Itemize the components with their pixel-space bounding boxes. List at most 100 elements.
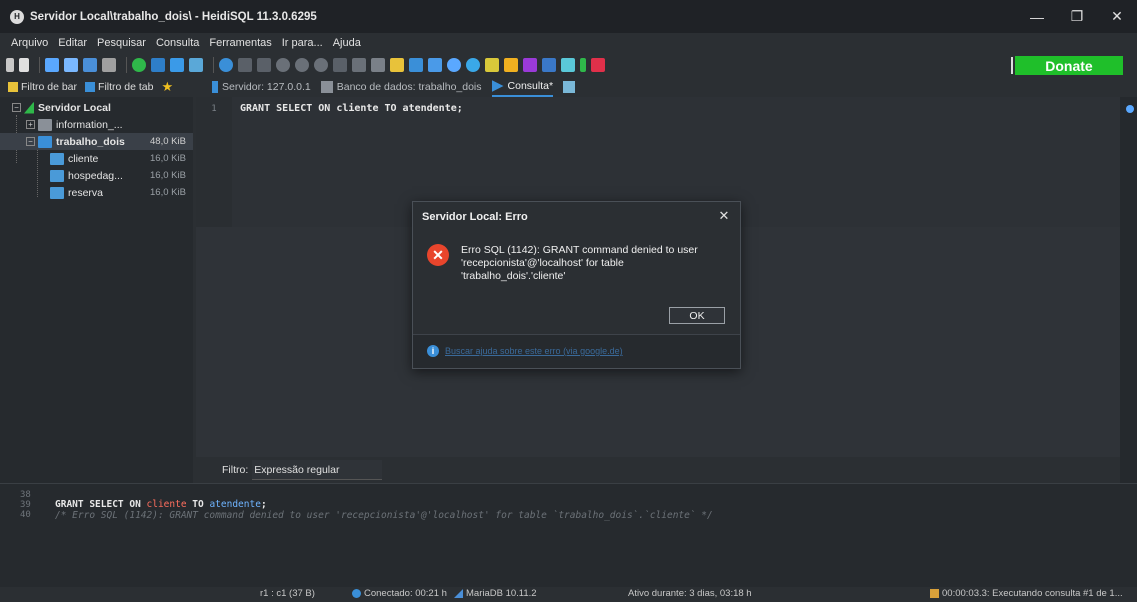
close-query-icon[interactable] [591, 58, 605, 72]
table-node-icon [50, 186, 64, 199]
cancel-icon[interactable] [333, 58, 347, 72]
main-toolbar [0, 53, 1137, 77]
collapse-icon[interactable]: − [12, 103, 21, 112]
filter-regex-input[interactable]: Expressão regular [252, 460, 383, 480]
folder-icon[interactable] [390, 58, 404, 72]
filter-tab-bar: Filtro de bar Filtro de tab ★ Servidor: … [0, 77, 1137, 97]
undo-icon[interactable] [83, 58, 97, 72]
apply-icon[interactable] [314, 58, 328, 72]
first-icon[interactable] [238, 58, 252, 72]
wrench-icon[interactable] [19, 58, 29, 72]
flag-icon[interactable] [580, 58, 586, 72]
heidisql-logo-icon: H [10, 9, 24, 24]
last-icon[interactable] [257, 58, 271, 72]
status-cursor-position: r1 : c1 (37 B) [260, 588, 315, 599]
database-icon [320, 81, 333, 93]
mariadb-icon [454, 589, 463, 598]
tree-node-hospedagem[interactable]: hospedag... 16,0 KiB [0, 167, 193, 184]
add-icon[interactable] [276, 58, 290, 72]
status-connected-text: Conectado: 00:21 h [364, 588, 447, 599]
execute-icon[interactable] [352, 58, 366, 72]
tools-icon[interactable] [485, 58, 499, 72]
tab-database[interactable]: Banco de dados: trabalho_dois [320, 81, 482, 93]
menu-ferramentas[interactable]: Ferramentas [204, 37, 276, 49]
clock-icon [352, 589, 361, 598]
new-query-tab-button[interactable] [563, 81, 579, 93]
menu-ir-para[interactable]: Ir para... [277, 37, 328, 49]
title-bar: H Servidor Local\trabalho_dois\ - HeidiS… [0, 0, 1137, 33]
dialog-body: ✕ Erro SQL (1142): GRANT command denied … [413, 232, 740, 298]
log-terminator: ; [260, 499, 267, 510]
toolbar-separator [39, 57, 40, 73]
tab-server[interactable]: Servidor: 127.0.0.1 [212, 81, 311, 93]
collapse-icon[interactable]: − [26, 137, 35, 146]
donate-separator [1011, 57, 1013, 74]
paste-icon[interactable] [64, 58, 78, 72]
donate-button[interactable]: Donate [1015, 56, 1123, 75]
tab-server-label: Servidor: 127.0.0.1 [222, 81, 311, 93]
copy-icon[interactable] [45, 58, 59, 72]
status-server-version: MariaDB 10.11.2 [454, 588, 537, 599]
flash-icon[interactable] [561, 58, 575, 72]
tab-query-label: Consulta* [507, 80, 554, 92]
edit-icon[interactable] [6, 58, 14, 72]
refresh-icon[interactable] [132, 58, 146, 72]
status-connection: Conectado: 00:21 h [352, 588, 447, 599]
log-query-line: GRANT SELECT ON cliente TO atendente; [55, 499, 267, 510]
menu-ajuda[interactable]: Ajuda [328, 37, 366, 49]
hourglass-icon [930, 589, 939, 598]
filter-bar-label: Filtro de bar [21, 81, 78, 93]
lines-icon[interactable] [542, 58, 556, 72]
tree-node-cliente[interactable]: cliente 16,0 KiB [0, 150, 193, 167]
help-icon[interactable] [219, 58, 233, 72]
pin-icon[interactable] [447, 58, 461, 72]
save-query-icon[interactable] [409, 58, 423, 72]
tree-node-servidor-local[interactable]: − Servidor Local [0, 99, 193, 116]
new-tab-icon [563, 81, 576, 93]
database-icon[interactable] [428, 58, 442, 72]
expand-icon[interactable]: + [26, 120, 35, 129]
grid-icon[interactable] [189, 58, 203, 72]
minimize-button[interactable]: — [1017, 0, 1057, 33]
tree-node-label: reserva [68, 186, 104, 199]
connect-icon[interactable] [151, 58, 165, 72]
filter-icon [85, 82, 96, 92]
menu-editar[interactable]: Editar [53, 37, 92, 49]
close-window-button[interactable]: ✕ [1097, 0, 1137, 33]
format-icon[interactable] [523, 58, 537, 72]
error-icon: ✕ [427, 244, 449, 266]
favorite-star-icon[interactable]: ★ [161, 79, 173, 95]
tree-node-reserva[interactable]: reserva 16,0 KiB [0, 184, 193, 201]
tab-query[interactable]: Consulta* [491, 77, 554, 97]
stop-icon[interactable] [371, 58, 385, 72]
menu-pesquisar[interactable]: Pesquisar [92, 37, 151, 49]
status-server-text: MariaDB 10.11.2 [466, 588, 537, 599]
play-icon [491, 80, 504, 92]
dialog-title: Servidor Local: Erro [422, 211, 528, 223]
tree-node-trabalho-dois[interactable]: − trabalho_dois 48,0 KiB [0, 133, 193, 150]
line-gutter [196, 97, 232, 227]
table-icon[interactable] [170, 58, 184, 72]
toolbar-separator [126, 57, 127, 73]
warning-icon[interactable] [504, 58, 518, 72]
query-code[interactable]: GRANT SELECT ON cliente TO atendente; [240, 103, 463, 114]
dialog-close-button[interactable]: ✕ [716, 208, 732, 224]
search-icon[interactable] [466, 58, 480, 72]
log-error-comment: /* Erro SQL (1142): GRANT command denied… [55, 510, 713, 521]
maximize-button[interactable]: ❐ [1057, 0, 1097, 33]
filter-bar-button[interactable]: Filtro de bar [8, 81, 77, 93]
helper-panel-rail [1120, 97, 1137, 483]
tree-node-label: information_... [56, 118, 123, 131]
help-link[interactable]: Buscar ajuda sobre este erro (via google… [445, 346, 623, 356]
tree-node-label: cliente [68, 152, 99, 165]
filter-label: Filtro: [222, 464, 249, 476]
remove-icon[interactable] [295, 58, 309, 72]
tree-node-information-schema[interactable]: + information_... [0, 116, 193, 133]
menu-arquivo[interactable]: Arquivo [6, 37, 53, 49]
tree-node-size: 16,0 KiB [150, 187, 186, 198]
filter-tab-button[interactable]: Filtro de tab [85, 81, 153, 93]
ok-button[interactable]: OK [669, 307, 725, 324]
save-icon[interactable] [102, 58, 116, 72]
info-dot-icon [1126, 105, 1134, 113]
menu-consulta[interactable]: Consulta [151, 37, 204, 49]
